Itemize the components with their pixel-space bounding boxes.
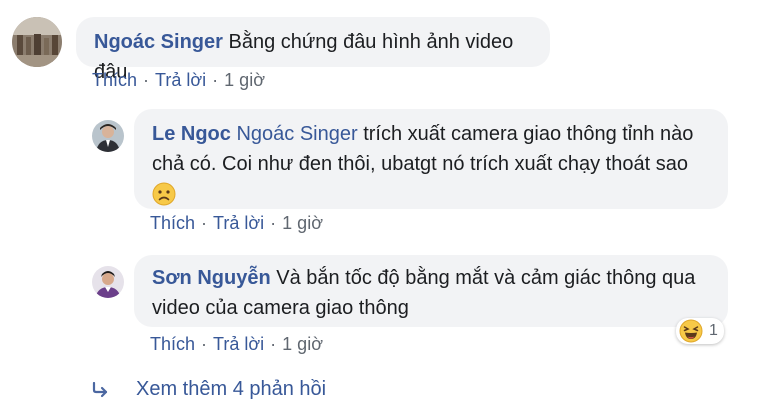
frowning-face-icon	[152, 179, 710, 209]
comment-text: Và bắn tốc độ bằng mắt và cảm giác thông…	[276, 267, 696, 289]
comment-author[interactable]: Le Ngoc	[152, 123, 231, 145]
more-replies-label: Xem thêm 4 phản hồi	[136, 378, 327, 400]
comment-bubble: Ngoác Singer Bằng chứng đâu hình ảnh vid…	[76, 17, 550, 83]
comment-author[interactable]: Sơn Nguyễn	[152, 267, 271, 289]
comment-text: chả có. Coi như đen thôi, ubatgt nó tríc…	[152, 153, 688, 175]
comment-text: video của camera giao thông	[152, 297, 409, 319]
comment-actions: Thích · Trả lời · 1 giờ	[92, 70, 265, 91]
reply-link[interactable]: Trả lời	[213, 213, 264, 233]
laughing-face-icon	[679, 319, 703, 343]
separator: ·	[201, 213, 208, 233]
comment-text: trích xuất camera giao thông tỉnh nào	[363, 123, 694, 145]
comment-author[interactable]: Ngoác Singer	[94, 31, 223, 53]
reply-arrow-icon	[92, 381, 110, 398]
reply-link[interactable]: Trả lời	[213, 334, 264, 354]
separator: ·	[270, 213, 277, 233]
more-replies-link[interactable]: Xem thêm 4 phản hồi	[92, 378, 326, 401]
comment-bubble: Sơn Nguyễn Và bắn tốc độ bằng mắt và cảm…	[134, 255, 728, 327]
comment-actions: Thích · Trả lời · 1 giờ	[150, 334, 323, 355]
reply-link[interactable]: Trả lời	[155, 70, 206, 90]
like-link[interactable]: Thích	[150, 334, 195, 354]
comment-actions: Thích · Trả lời · 1 giờ	[150, 213, 323, 234]
timestamp-link[interactable]: 1 giờ	[282, 213, 323, 233]
comment-bubble: Le Ngoc Ngoác Singer trích xuất camera g…	[134, 109, 728, 209]
timestamp-link[interactable]: 1 giờ	[224, 70, 265, 90]
separator: ·	[201, 334, 208, 354]
reaction-count: 1	[709, 322, 718, 339]
avatar[interactable]	[92, 120, 124, 152]
separator: ·	[143, 70, 150, 90]
separator: ·	[212, 70, 219, 90]
like-link[interactable]: Thích	[150, 213, 195, 233]
avatar[interactable]	[12, 17, 62, 67]
separator: ·	[270, 334, 277, 354]
mention-link[interactable]: Ngoác Singer	[236, 123, 357, 145]
reaction-summary[interactable]: 1	[676, 318, 724, 344]
avatar[interactable]	[92, 266, 124, 298]
timestamp-link[interactable]: 1 giờ	[282, 334, 323, 354]
like-link[interactable]: Thích	[92, 70, 137, 90]
